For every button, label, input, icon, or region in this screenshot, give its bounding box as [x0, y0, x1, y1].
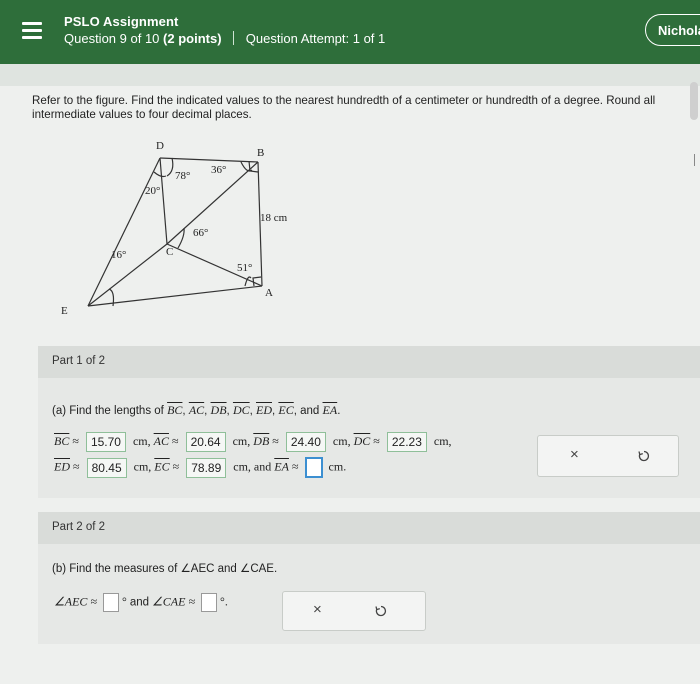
- menu-icon[interactable]: [22, 22, 42, 42]
- part1-prompt-text: (a) Find the lengths of: [52, 405, 164, 417]
- answer-label-ea: EA: [274, 459, 289, 474]
- user-menu-button[interactable]: Nichola: [645, 14, 700, 46]
- angle-cae-label: ∠CAE ≈: [152, 594, 196, 609]
- vertex-label-e: E: [61, 305, 68, 317]
- part1-label: Part 1 of 2: [52, 355, 106, 367]
- approx-sign: ≈: [72, 433, 79, 448]
- angle-label-16: 16°: [111, 249, 126, 261]
- unit-bc: cm,: [132, 433, 151, 448]
- segment-db: DB: [210, 403, 227, 417]
- segment-ec: EC: [278, 403, 294, 417]
- undo-icon[interactable]: [375, 605, 387, 617]
- unit-ac: cm,: [232, 433, 251, 448]
- angle-aec-label: ∠AEC ≈: [54, 594, 98, 609]
- vertex-label-b: B: [257, 147, 264, 159]
- part1-actions: ×: [537, 435, 679, 477]
- answer-label-ac: AC: [153, 433, 169, 448]
- segment-ed: ED: [256, 403, 272, 417]
- segment-dc: DC: [232, 403, 250, 417]
- approx-sign: ≈: [73, 459, 80, 474]
- clear-button[interactable]: ×: [570, 446, 579, 463]
- approx-sign: ≈: [272, 433, 279, 448]
- angle-aec-input[interactable]: [103, 593, 120, 612]
- part2-prompt: (b) Find the measures of ∠AEC and ∠CAE.: [52, 563, 278, 575]
- answer-label-dc: DC: [353, 433, 371, 448]
- app-header: PSLO Assignment Question 9 of 10 (2 poin…: [0, 0, 700, 64]
- assignment-title: PSLO Assignment: [64, 14, 179, 29]
- angle-label-51: 51°: [237, 262, 252, 274]
- approx-sign: ≈: [171, 433, 179, 448]
- angle-label-78: 78°: [175, 170, 190, 182]
- approx-sign: ≈: [291, 459, 299, 474]
- part2-actions: ×: [282, 591, 426, 631]
- angle-cae-input[interactable]: [201, 593, 218, 612]
- header-divider: [233, 31, 235, 45]
- part1-and: and: [300, 405, 320, 417]
- question-progress: Question 9 of 10: [64, 31, 160, 46]
- angle-label-36: 36°: [211, 164, 226, 176]
- part1-header: Part 1 of 2: [38, 346, 700, 378]
- side-length-label: 18 cm: [260, 212, 288, 224]
- question-instructions: Refer to the figure. Find the indicated …: [32, 94, 656, 121]
- answer-ec-input[interactable]: 78.89: [186, 457, 227, 478]
- clear-button[interactable]: ×: [313, 601, 322, 618]
- part1-prompt: (a) Find the lengths of BC, AC, DB, DC, …: [52, 403, 341, 417]
- answer-row-2: ED ≈ 80.45 cm, EC ≈ 78.89 cm, and EA ≈ c…: [54, 457, 346, 478]
- question-info: Question 9 of 10 (2 points) Question Att…: [64, 31, 385, 46]
- attempt-counter: Question Attempt: 1 of 1: [245, 31, 386, 46]
- question-points: (2 points): [163, 31, 222, 46]
- undo-icon[interactable]: [638, 450, 650, 462]
- page-top-band: [0, 64, 700, 86]
- answer-label-bc: BC: [54, 433, 70, 448]
- answer-ea-input[interactable]: [304, 457, 323, 478]
- part2-header: Part 2 of 2: [38, 512, 700, 544]
- side-panel-edge: [694, 154, 700, 166]
- answer-row-1: BC ≈ 15.70 cm, AC ≈ 20.64 cm, DB ≈ 24.40…: [54, 432, 452, 452]
- part2-label: Part 2 of 2: [52, 521, 106, 533]
- answer-label-db: DB: [253, 433, 270, 448]
- question-page: Refer to the figure. Find the indicated …: [0, 64, 700, 684]
- unit-dc: cm,: [433, 433, 452, 448]
- answer-ed-input[interactable]: 80.45: [86, 457, 127, 478]
- answer-label-ed: ED: [54, 459, 70, 474]
- unit-ea: cm.: [328, 459, 347, 474]
- approx-sign: ≈: [172, 459, 180, 474]
- angle-label-20: 20°: [145, 185, 160, 197]
- answer-label-ec: EC: [154, 459, 170, 474]
- answer-ac-input[interactable]: 20.64: [185, 432, 226, 452]
- answer-bc-input[interactable]: 15.70: [85, 432, 126, 452]
- unit-db: cm,: [332, 433, 351, 448]
- part2-answer-row: ∠AEC ≈ ° and ∠CAE ≈ °.: [54, 593, 228, 612]
- part2-period: .: [224, 594, 228, 609]
- angle-label-66: 66°: [193, 227, 208, 239]
- part2-and: and: [129, 596, 150, 609]
- approx-sign: ≈: [373, 433, 380, 448]
- vertex-label-a: A: [265, 287, 273, 299]
- unit-ed: cm,: [133, 459, 152, 474]
- vertex-label-d: D: [156, 140, 164, 152]
- segment-ea: EA: [322, 403, 338, 417]
- unit-ec: cm, and: [233, 459, 272, 474]
- part1-period: .: [337, 405, 341, 417]
- degree-sign: °: [122, 594, 127, 609]
- segment-ac: AC: [188, 403, 205, 417]
- geometry-figure: D B C E A 78° 36° 20° 66° 16° 51° 18 cm: [61, 140, 288, 317]
- answer-dc-input[interactable]: 22.23: [386, 432, 427, 452]
- answer-db-input[interactable]: 24.40: [285, 432, 326, 452]
- segment-bc: BC: [167, 403, 183, 417]
- vertex-label-c: C: [166, 246, 173, 258]
